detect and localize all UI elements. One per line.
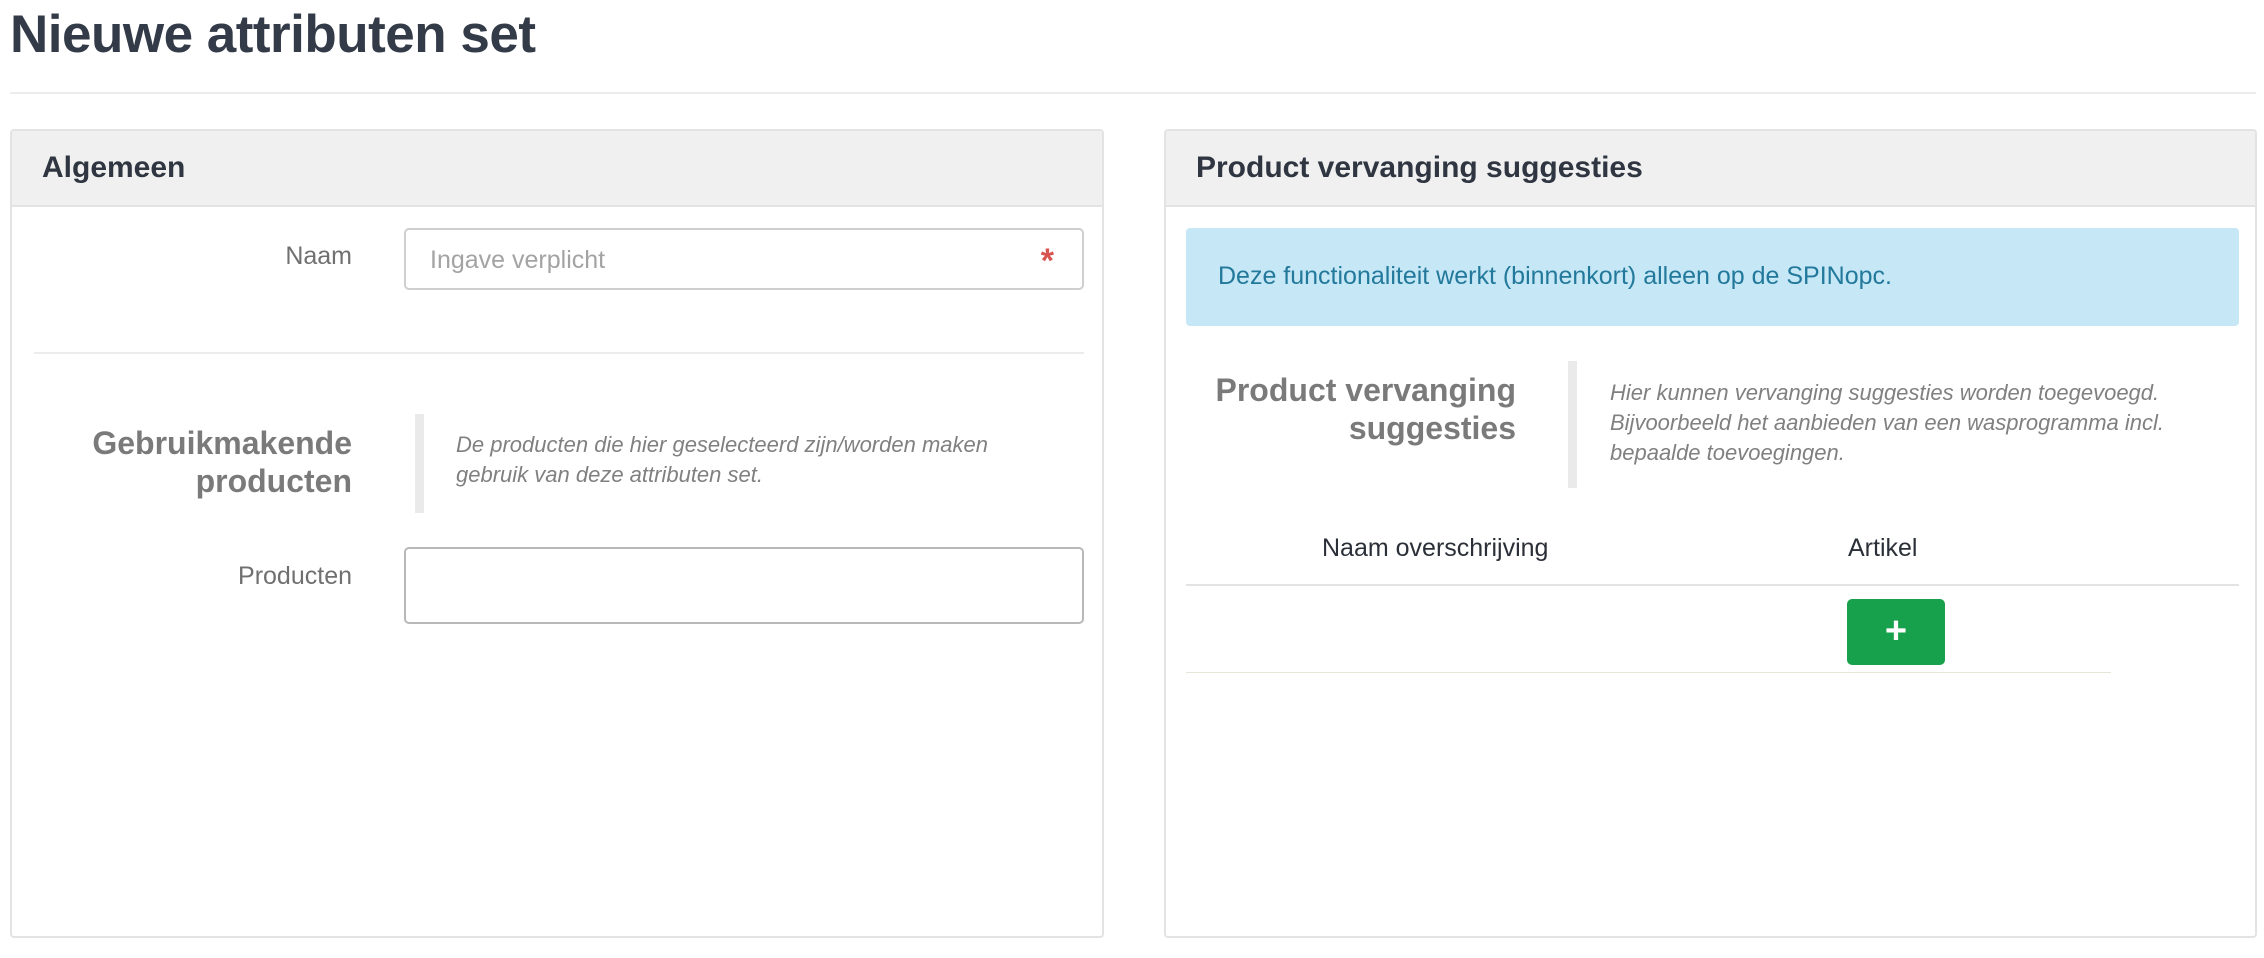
description-quote-bar bbox=[415, 414, 424, 513]
table-row-rule bbox=[1186, 672, 2111, 673]
products-label: Producten bbox=[238, 562, 352, 590]
add-row-button[interactable]: + bbox=[1847, 599, 1945, 665]
products-field[interactable] bbox=[404, 547, 1084, 624]
section-divider bbox=[34, 352, 1084, 354]
replacement-section-title: Product vervanging suggesties bbox=[1215, 372, 1517, 446]
replacement-panel-heading: Product vervanging suggesties bbox=[1166, 131, 2255, 207]
name-label: Naam bbox=[285, 242, 352, 270]
name-field[interactable]: Ingave verplicht * bbox=[404, 228, 1084, 290]
page-title: Nieuwe attributen set bbox=[10, 5, 536, 64]
column-header-artikel: Artikel bbox=[1848, 534, 1918, 562]
info-alert: Deze functionaliteit werkt (binnenkort) … bbox=[1186, 228, 2239, 326]
general-panel: Algemeen Naam Ingave verplicht * Gebruik… bbox=[10, 129, 1104, 938]
using-products-description: De producten die hier geselecteerd zijn/… bbox=[456, 432, 988, 487]
replacement-panel: Product vervanging suggesties Deze funct… bbox=[1164, 129, 2257, 938]
column-header-naam-overschrijving: Naam overschrijving bbox=[1322, 534, 1549, 562]
general-panel-heading: Algemeen bbox=[12, 131, 1102, 207]
table-header-rule bbox=[1186, 584, 2239, 586]
title-divider bbox=[10, 92, 2256, 94]
name-field-placeholder: Ingave verplicht bbox=[430, 246, 606, 274]
required-asterisk-icon: * bbox=[1040, 242, 1054, 280]
replacement-section-description: Hier kunnen vervanging suggesties worden… bbox=[1610, 380, 2165, 465]
using-products-title: Gebruikmakende producten bbox=[92, 425, 352, 499]
description-quote-bar bbox=[1568, 361, 1577, 488]
